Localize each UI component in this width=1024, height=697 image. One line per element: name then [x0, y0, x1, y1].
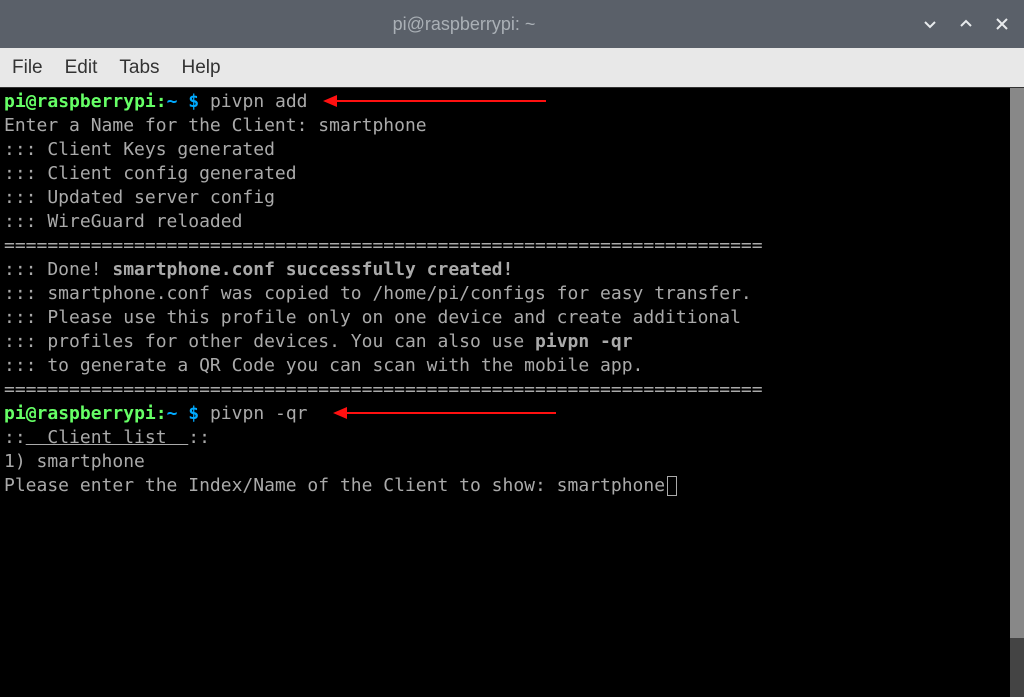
maximize-icon[interactable]: [954, 12, 978, 36]
terminal-line: pivpn -qr: [535, 331, 633, 352]
window-title: pi@raspberrypi: ~: [10, 14, 918, 35]
terminal-line: ::: Done!: [4, 259, 112, 280]
terminal-line: smartphone.conf successfully created!: [112, 259, 513, 280]
terminal-area[interactable]: pi@raspberrypi:~ $ pivpn add Enter a Nam…: [0, 88, 1024, 697]
cursor: [667, 476, 677, 496]
terminal-line: Client list: [26, 427, 189, 448]
terminal-line: ::: Client Keys generated: [4, 139, 275, 160]
prompt-host: raspberrypi: [37, 91, 156, 112]
command-2: pivpn -qr: [210, 403, 308, 424]
terminal-line: Please enter the Index/Name of the Clien…: [4, 475, 665, 496]
prompt-user: pi: [4, 91, 26, 112]
menu-file[interactable]: File: [12, 57, 43, 79]
terminal-line: ::: to generate a QR Code you can scan w…: [4, 355, 643, 376]
prompt-dollar: $: [188, 403, 199, 424]
terminal-line: ========================================…: [4, 379, 763, 400]
terminal-line: ::: WireGuard reloaded: [4, 211, 242, 232]
close-icon[interactable]: [990, 12, 1014, 36]
prompt-path: ~: [167, 91, 178, 112]
terminal-line: ::: profiles for other devices. You can …: [4, 331, 535, 352]
terminal-line: ::: Please use this profile only on one …: [4, 307, 741, 328]
command-1: pivpn add: [210, 91, 308, 112]
prompt-host: raspberrypi: [37, 403, 156, 424]
window-controls: [918, 12, 1014, 36]
terminal-line: ::: [4, 427, 26, 448]
prompt-dollar: $: [188, 91, 199, 112]
titlebar[interactable]: pi@raspberrypi: ~: [0, 0, 1024, 48]
terminal-line: 1) smartphone: [4, 451, 145, 472]
terminal-line: ========================================…: [4, 235, 763, 256]
prompt-path: ~: [167, 403, 178, 424]
prompt-colon: :: [156, 91, 167, 112]
menu-help[interactable]: Help: [182, 57, 221, 79]
minimize-icon[interactable]: [918, 12, 942, 36]
terminal-content: pi@raspberrypi:~ $ pivpn add Enter a Nam…: [4, 90, 1020, 498]
terminal-line: ::: Client config generated: [4, 163, 297, 184]
terminal-line: ::: Updated server config: [4, 187, 275, 208]
prompt-user: pi: [4, 403, 26, 424]
prompt-at: @: [26, 91, 37, 112]
terminal-line: ::: smartphone.conf was copied to /home/…: [4, 283, 752, 304]
terminal-line: Enter a Name for the Client: smartphone: [4, 115, 427, 136]
prompt-at: @: [26, 403, 37, 424]
menu-edit[interactable]: Edit: [65, 57, 98, 79]
terminal-window: pi@raspberrypi: ~ File Edit Tabs Help pi…: [0, 0, 1024, 697]
terminal-line: ::: [188, 427, 210, 448]
prompt-colon: :: [156, 403, 167, 424]
menubar: File Edit Tabs Help: [0, 48, 1024, 88]
scrollbar-thumb[interactable]: [1010, 88, 1024, 638]
menu-tabs[interactable]: Tabs: [119, 57, 159, 79]
scrollbar[interactable]: [1010, 88, 1024, 697]
